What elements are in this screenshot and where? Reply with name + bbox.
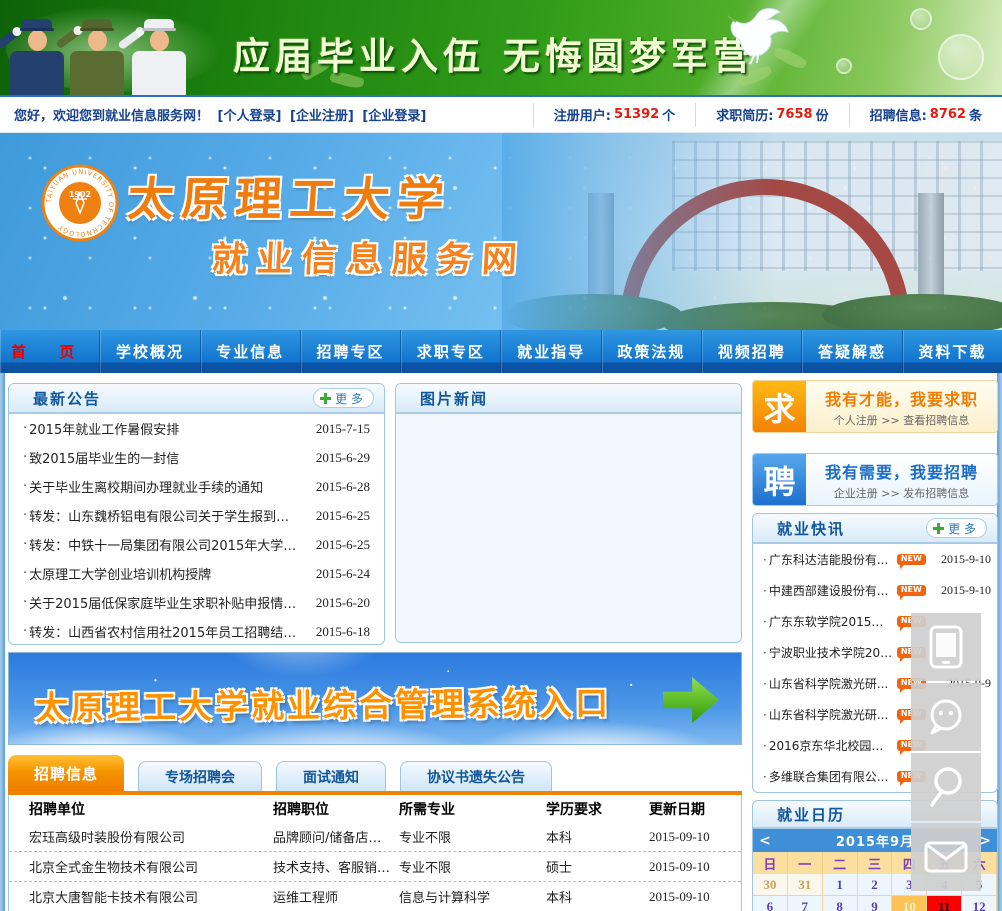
new-badge: NEW [896, 554, 926, 569]
soldiers-photo [0, 2, 226, 95]
job-seek-box[interactable]: 求 我有才能，我要求职 个人注册 >> 查看招聘信息 [752, 380, 998, 433]
table-header-row: 招聘单位 招聘职位 所需专业 学历要求 更新日期 [29, 801, 705, 818]
more-quick-news-button[interactable]: 更 多 [926, 518, 987, 538]
announcement-item[interactable]: · 致2015届毕业生的一封信 2015-6-29 [9, 443, 384, 472]
photo-news-body [396, 414, 741, 642]
tab-interview-notices[interactable]: 面试通知 [276, 761, 387, 791]
mail-icon[interactable] [911, 823, 981, 891]
calendar-day[interactable]: 7 [787, 896, 823, 911]
greeting-text: 您好，欢迎您到就业信息服务网！ [14, 109, 210, 124]
recruit-tabs: 招聘信息 专场招聘会 面试通知 协议书遗失公告 [8, 755, 742, 791]
nav-item-video-recruit[interactable]: 视频招聘 [702, 330, 803, 373]
left-border [0, 373, 5, 911]
mobile-icon[interactable] [911, 613, 981, 681]
management-system-banner[interactable]: 太原理工大学就业综合管理系统入口 [8, 652, 742, 745]
calendar-day[interactable]: 8 [822, 896, 858, 911]
company-login-link[interactable]: [企业登录] [362, 109, 426, 124]
plus-icon [933, 522, 945, 534]
nav-item-career-guidance[interactable]: 就业指导 [501, 330, 602, 373]
table-row[interactable]: 宏珏高级时装股份有限公司 品牌顾问/储备店长... 专业不限 本科 2015-0… [9, 822, 741, 852]
tab-recruit-info[interactable]: 招聘信息 [8, 755, 125, 791]
recruit-box[interactable]: 聘 我有需要，我要招聘 企业注册 >> 发布招聘信息 [752, 453, 998, 506]
seek-character: 求 [753, 381, 806, 432]
new-badge: NEW [896, 585, 926, 600]
more-announcements-button[interactable]: 更 多 [313, 388, 374, 408]
recruit-character: 聘 [753, 454, 806, 505]
system-banner-text: 太原理工大学就业综合管理系统入口 [34, 683, 612, 728]
announcement-item[interactable]: · 转发：山西省农村信用社2015年员工招聘结果公... 2015-6-18 [9, 617, 384, 644]
announcement-item[interactable]: · 关于毕业生离校期间办理就业手续的通知 2015-6-28 [9, 472, 384, 501]
bubble-decoration [836, 58, 852, 74]
page: 应届毕业入伍 无悔圆梦军营 您好，欢迎您到就业信息服务网！ [个人登录] [企业… [0, 0, 1002, 911]
tab-job-fairs[interactable]: 专场招聘会 [138, 761, 263, 791]
calendar-day[interactable]: 31 [787, 874, 823, 896]
banner-slogan: 应届毕业入伍 无悔圆梦军营 [233, 35, 755, 78]
bubble-decoration [938, 34, 984, 80]
calendar-week-row: 6 7 8 9 10 11 12 [753, 896, 997, 911]
university-logo: TAIYUAN UNIVERSITY OF TECHNOLOGY 1902 [41, 164, 119, 242]
stat-resumes: 求职简历: 7658 份 [695, 102, 848, 127]
stat-job-postings: 招聘信息: 8762 条 [848, 102, 1002, 127]
nav-item-policies[interactable]: 政策法规 [602, 330, 703, 373]
nav-item-major-info[interactable]: 专业信息 [201, 330, 301, 373]
nav-item-home[interactable]: 首 页 [0, 330, 101, 373]
stat-value: 51392 [613, 107, 660, 122]
calendar-day-highlighted[interactable]: 10 [892, 896, 928, 911]
svg-text:1902: 1902 [69, 190, 91, 199]
top-banner[interactable]: 应届毕业入伍 无悔圆梦军营 [0, 0, 1002, 95]
announcements-panel: 最新公告 更 多 · 2015年就业工作暑假安排 2015-7-15 · 致2015届… [8, 383, 385, 645]
announcement-item[interactable]: · 2015年就业工作暑假安排 2015-7-15 [9, 414, 384, 443]
tab-lost-agreements[interactable]: 协议书遗失公告 [400, 761, 553, 791]
panel-title: 就业日历 [777, 805, 846, 824]
welcome-bar: 您好，欢迎您到就业信息服务网！ [个人登录] [企业注册] [企业登录] 注册用… [0, 95, 1002, 133]
university-name: 太原理工大学 [125, 172, 454, 226]
nav-item-recruit-zone[interactable]: 招聘专区 [301, 330, 402, 373]
calendar-day[interactable]: 30 [753, 874, 788, 896]
table-row[interactable]: 北京大唐智能卡技术有限公司 运维工程师 信息与计算科学 本科 2015-09-1… [9, 882, 741, 911]
photo-news-panel: 图片新闻 [395, 383, 742, 643]
calendar-day-today[interactable]: 11 [927, 896, 963, 911]
calendar-prev-button[interactable]: < [753, 833, 777, 849]
nav-item-downloads[interactable]: 资料下载 [903, 330, 1002, 373]
quick-news-item[interactable]: · 中建西部建设股份有... NEW 2015-9-10 [753, 575, 997, 606]
wechat-icon[interactable] [911, 683, 981, 751]
recruit-table: 招聘单位 招聘职位 所需专业 学历要求 更新日期 宏珏高级时装股份有限公司 品牌… [8, 795, 742, 911]
site-stats: 注册用户: 51392 个 求职简历: 7658 份 招聘信息: 8762 条 [532, 97, 1002, 132]
main-nav: 首 页 学校概况 专业信息 招聘专区 求职专区 就业指导 政策法规 视频招聘 答… [0, 330, 1002, 373]
plus-icon [320, 392, 332, 404]
calendar-day[interactable]: 6 [753, 896, 788, 911]
stat-value: 7658 [776, 107, 813, 122]
seek-headline: 我有才能，我要求职 [824, 389, 978, 409]
announcement-item[interactable]: · 转发：中铁十一局集团有限公司2015年大学毕业... 2015-6-25 [9, 530, 384, 559]
quick-news-item[interactable]: · 广东科达洁能股份有... NEW 2015-9-10 [753, 544, 997, 575]
table-row[interactable]: 北京全式金生物技术有限公司 技术支持、客服销售... 专业不限 硕士 2015-… [9, 852, 741, 882]
calendar-day[interactable]: 12 [962, 896, 997, 911]
nav-item-jobseek-zone[interactable]: 求职专区 [401, 330, 502, 373]
site-title: 就业信息服务网 [210, 240, 528, 280]
personal-login-link[interactable]: [个人登录] [218, 109, 282, 124]
announcement-item[interactable]: · 太原理工大学创业培训机构授牌 2015-6-24 [9, 559, 384, 588]
campus-photo [502, 133, 1002, 330]
seek-sub-links[interactable]: 个人注册 >> 查看招聘信息 [834, 412, 969, 428]
nav-item-school-overview[interactable]: 学校概况 [100, 330, 201, 373]
recruit-sub-links[interactable]: 企业注册 >> 发布招聘信息 [834, 485, 969, 501]
calendar-day[interactable]: 1 [822, 874, 858, 896]
panel-title: 就业快讯 [777, 519, 846, 538]
calendar-day[interactable]: 9 [857, 896, 893, 911]
panel-title: 最新公告 [33, 389, 102, 408]
panel-title: 图片新闻 [420, 389, 489, 408]
site-header: TAIYUAN UNIVERSITY OF TECHNOLOGY 1902 太原… [0, 133, 1002, 330]
announcement-item[interactable]: · 转发：山东魏桥铝电有限公司关于学生报到事宜... 2015-6-25 [9, 501, 384, 530]
calendar-day[interactable]: 2 [857, 874, 893, 896]
dove-icon [727, 8, 789, 65]
stat-value: 8762 [929, 107, 966, 122]
stat-registered-users: 注册用户: 51392 个 [532, 102, 695, 127]
floating-toolbar [911, 613, 981, 893]
magnifier-icon[interactable] [911, 753, 981, 821]
company-register-link[interactable]: [企业注册] [290, 109, 354, 124]
announcement-item[interactable]: · 关于2015届低保家庭毕业生求职补贴申报情况的... 2015-6-20 [9, 588, 384, 617]
bubble-decoration [910, 8, 932, 30]
recruit-headline: 我有需要，我要招聘 [824, 462, 978, 482]
nav-item-qa[interactable]: 答疑解惑 [802, 330, 903, 373]
